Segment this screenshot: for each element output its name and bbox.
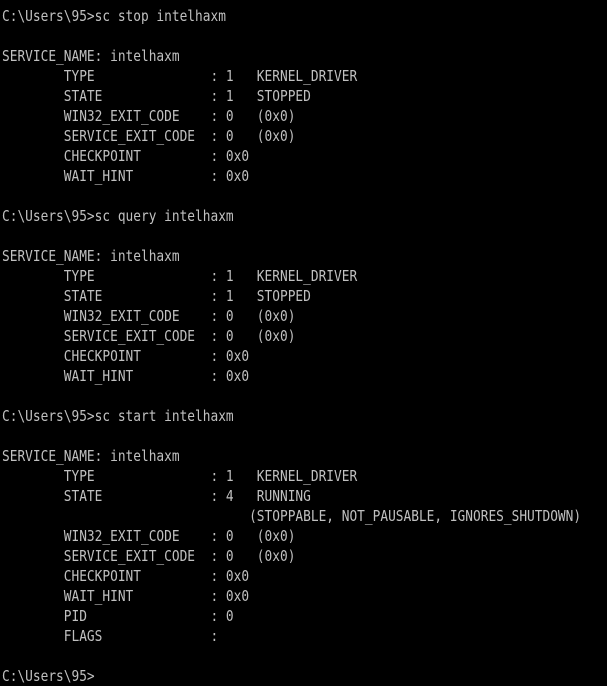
console-line: SERVICE_NAME: intelhaxm xyxy=(2,247,180,265)
console-line: SERVICE_EXIT_CODE : 0 (0x0) xyxy=(2,127,296,145)
console-line: WAIT_HINT : 0x0 xyxy=(2,367,250,385)
console-line: SERVICE_NAME: intelhaxm xyxy=(2,447,180,465)
console-line: WAIT_HINT : 0x0 xyxy=(2,167,250,185)
console-line: WIN32_EXIT_CODE : 0 (0x0) xyxy=(2,527,296,545)
console-line: WIN32_EXIT_CODE : 0 (0x0) xyxy=(2,307,296,325)
console-line: CHECKPOINT : 0x0 xyxy=(2,147,250,165)
console-line: TYPE : 1 KERNEL_DRIVER xyxy=(2,467,358,485)
console-line: C:\Users\95>sc stop intelhaxm xyxy=(2,7,226,25)
command-prompt-console[interactable]: C:\Users\95>sc stop intelhaxm SERVICE_NA… xyxy=(0,0,607,685)
console-line: PID : 0 xyxy=(2,607,234,625)
console-line: C:\Users\95>sc start intelhaxm xyxy=(2,407,234,425)
console-line: WAIT_HINT : 0x0 xyxy=(2,587,250,605)
console-prompt-line[interactable]: C:\Users\95> xyxy=(2,666,519,686)
console-line: SERVICE_NAME: intelhaxm xyxy=(2,47,180,65)
console-line: FLAGS : xyxy=(2,627,219,645)
console-line: (STOPPABLE, NOT_PAUSABLE, IGNORES_SHUTDO… xyxy=(2,507,582,525)
console-line: STATE : 4 RUNNING xyxy=(2,487,311,505)
console-line: SERVICE_EXIT_CODE : 0 (0x0) xyxy=(2,327,296,345)
console-line: STATE : 1 STOPPED xyxy=(2,87,311,105)
console-line: SERVICE_EXIT_CODE : 0 (0x0) xyxy=(2,547,296,565)
console-line: TYPE : 1 KERNEL_DRIVER xyxy=(2,67,358,85)
console-line: STATE : 1 STOPPED xyxy=(2,287,311,305)
console-line: C:\Users\95>sc query intelhaxm xyxy=(2,207,234,225)
console-line: CHECKPOINT : 0x0 xyxy=(2,567,250,585)
console-line: CHECKPOINT : 0x0 xyxy=(2,347,250,365)
console-line: TYPE : 1 KERNEL_DRIVER xyxy=(2,267,358,285)
console-line: WIN32_EXIT_CODE : 0 (0x0) xyxy=(2,107,296,125)
